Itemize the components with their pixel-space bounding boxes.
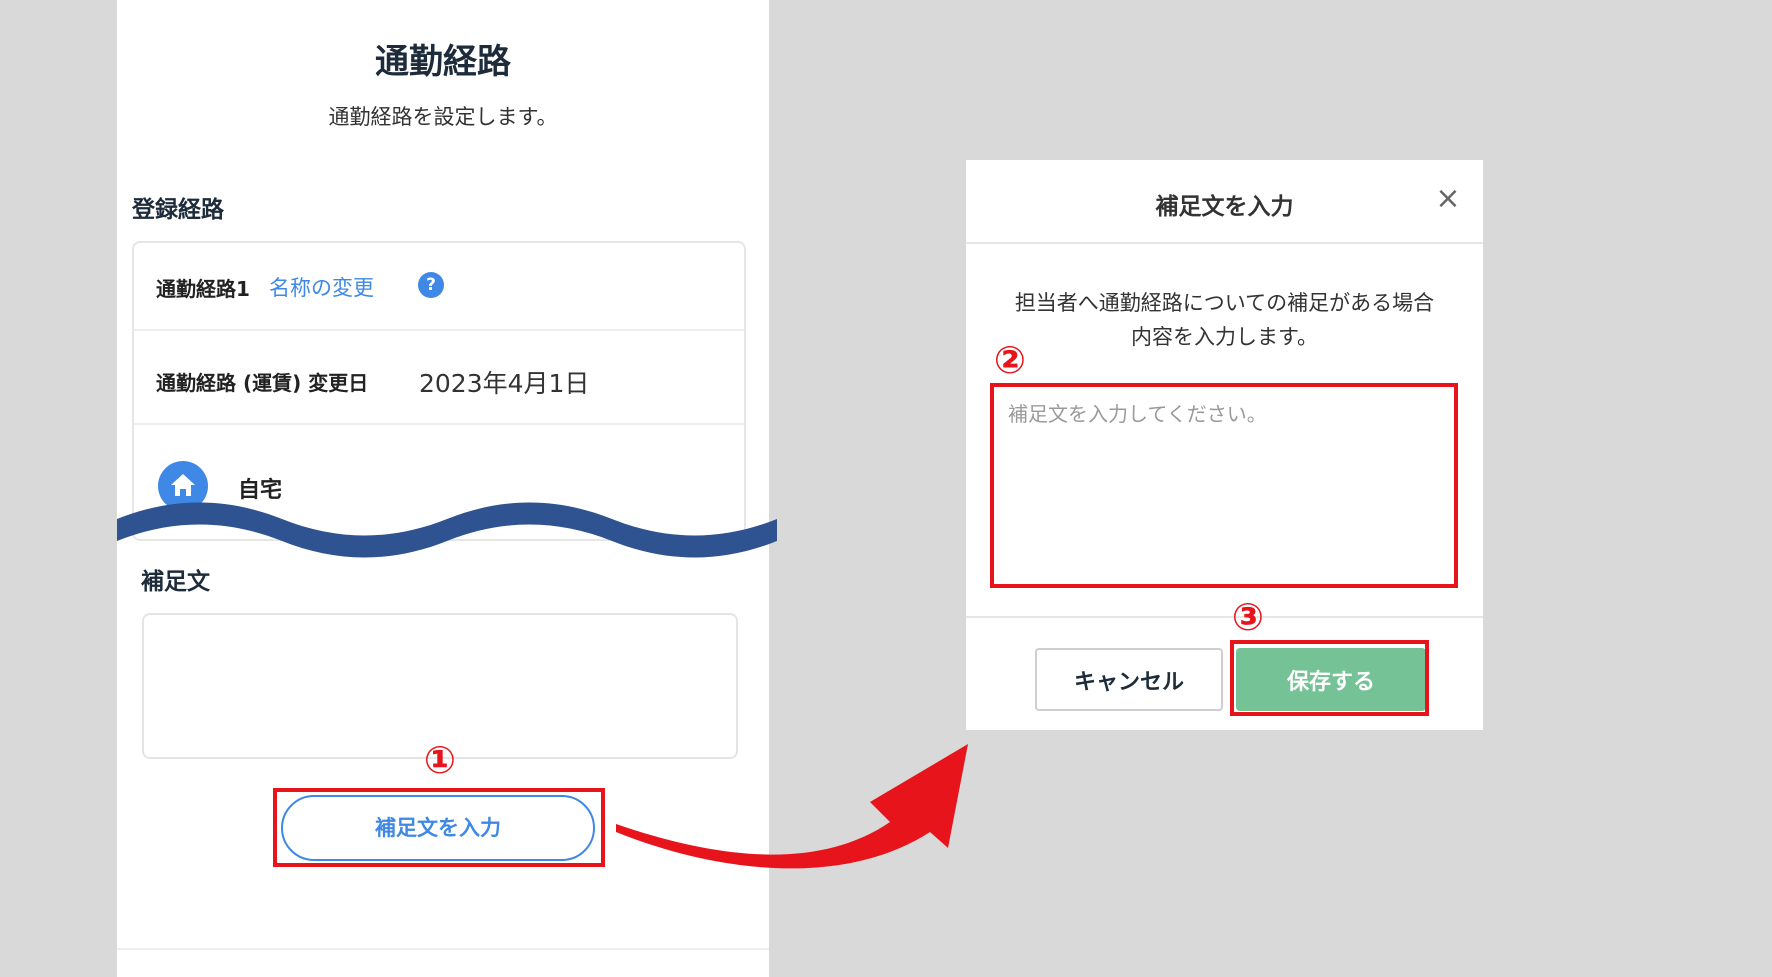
modal-description-line2: 内容を入力します。 — [1131, 325, 1318, 349]
question-icon[interactable]: ? — [418, 272, 444, 298]
wave-break-decoration — [117, 502, 777, 558]
fare-change-row: 通勤経路 (運賃) 変更日 2023年4月1日 — [134, 331, 744, 425]
step-1-marker: ① — [423, 738, 457, 782]
step-3-marker: ③ — [1231, 595, 1265, 639]
step-3-highlight — [1230, 640, 1429, 716]
route-name-row: 通勤経路1 名称の変更 ? — [134, 243, 744, 331]
rename-link[interactable]: 名称の変更 — [269, 272, 374, 302]
page-title: 通勤経路 — [375, 42, 511, 82]
modal-header: 補足文を入力 × — [966, 160, 1483, 244]
modal-description-line1: 担当者へ通勤経路についての補足がある場合 — [1014, 291, 1435, 315]
fare-change-date: 2023年4月1日 — [419, 369, 590, 398]
step-1-highlight — [273, 788, 605, 867]
step-2-highlight — [990, 383, 1458, 588]
registered-routes-heading: 登録経路 — [132, 197, 224, 223]
curved-arrow-icon — [616, 744, 968, 869]
close-icon[interactable]: × — [1431, 182, 1465, 216]
modal-description: 担当者へ通勤経路についての補足がある場合 内容を入力します。 — [966, 286, 1483, 354]
note-heading: 補足文 — [141, 569, 210, 595]
fare-change-label: 通勤経路 (運賃) 変更日 — [156, 371, 369, 395]
divider — [117, 948, 769, 950]
cancel-button[interactable]: キャンセル — [1035, 648, 1223, 711]
route-name-label: 通勤経路1 — [156, 277, 250, 301]
page-description: 通勤経路を設定します。 — [328, 105, 558, 129]
modal-title: 補足文を入力 — [1155, 194, 1294, 220]
step-2-marker: ② — [993, 338, 1027, 382]
